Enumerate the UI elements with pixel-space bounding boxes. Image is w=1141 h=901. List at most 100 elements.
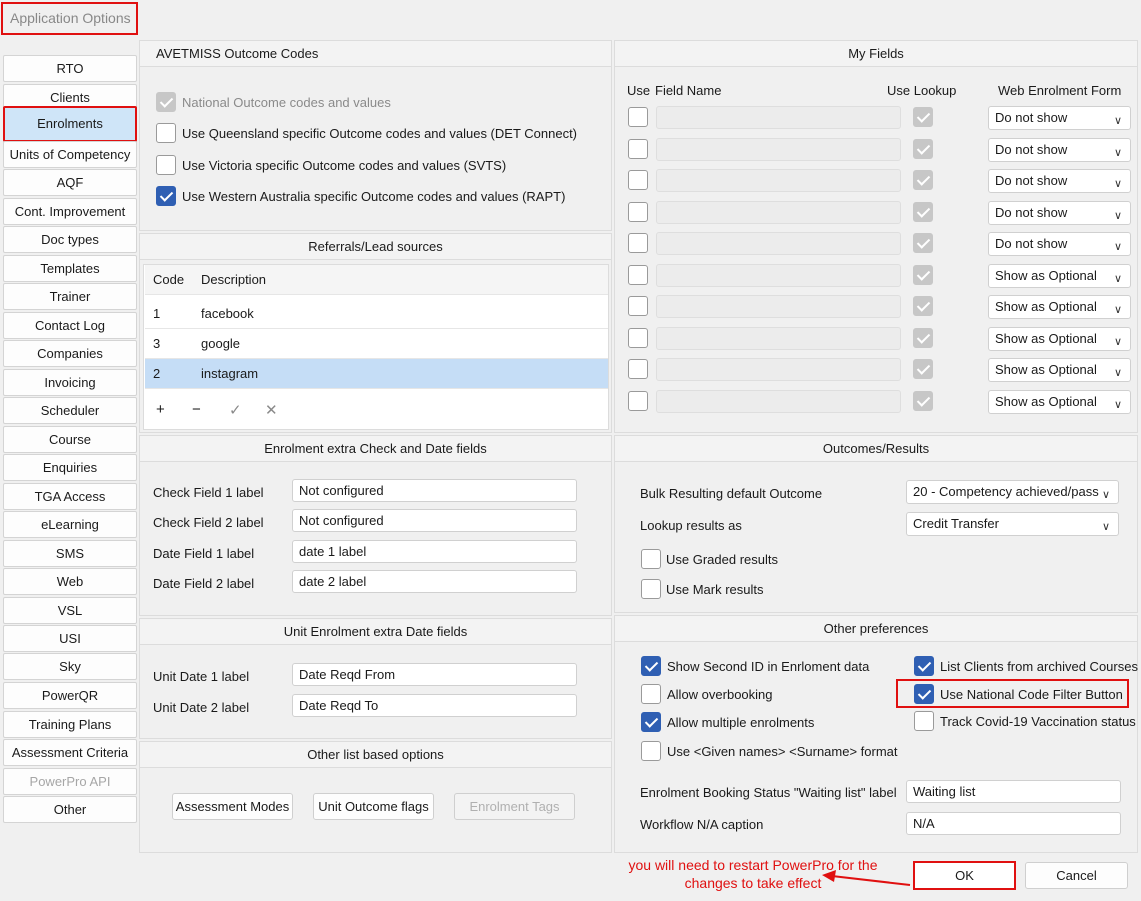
web-form-select[interactable]: Show as Optional ∨ <box>988 327 1131 351</box>
use-checkbox[interactable] <box>628 359 648 379</box>
sidebar-item-invoicing[interactable]: Invoicing <box>3 369 137 396</box>
use-checkbox[interactable] <box>628 107 648 127</box>
use-lookup-checkbox[interactable] <box>913 202 933 222</box>
use-checkbox[interactable] <box>628 265 648 285</box>
pref-checkbox[interactable] <box>641 712 661 732</box>
cancel-button[interactable]: Cancel <box>1025 862 1128 889</box>
sidebar-item-assessment-criteria[interactable]: Assessment Criteria <box>3 739 137 766</box>
use-lookup-checkbox[interactable] <box>913 391 933 411</box>
sidebar-item-powerpro-api[interactable]: PowerPro API <box>3 768 137 795</box>
sidebar-item-web[interactable]: Web <box>3 568 137 595</box>
web-form-select[interactable]: Do not show ∨ <box>988 138 1131 162</box>
sidebar-item-sky[interactable]: Sky <box>3 653 137 680</box>
extra-field-input[interactable]: date 2 label <box>292 570 577 593</box>
sidebar-item-trainer[interactable]: Trainer <box>3 283 137 310</box>
use-lookup-checkbox[interactable] <box>913 328 933 348</box>
avetmiss-option-checkbox[interactable] <box>156 92 176 112</box>
assessment-modes-button[interactable]: Assessment Modes <box>172 793 293 820</box>
sidebar-item-templates[interactable]: Templates <box>3 255 137 282</box>
unit-outcome-flags-button[interactable]: Unit Outcome flags <box>313 793 434 820</box>
sidebar-item-other[interactable]: Other <box>3 796 137 823</box>
pref-checkbox[interactable] <box>641 684 661 704</box>
field-name-input[interactable] <box>656 327 901 350</box>
sidebar-item-powerqr[interactable]: PowerQR <box>3 682 137 709</box>
unit-date-input[interactable]: Date Reqd From <box>292 663 577 686</box>
add-icon[interactable]: + <box>156 401 165 418</box>
mark-results-checkbox[interactable] <box>641 579 661 599</box>
sidebar-item-elearning[interactable]: eLearning <box>3 511 137 538</box>
confirm-icon[interactable]: ✓ <box>229 401 242 419</box>
field-name-input[interactable] <box>656 390 901 413</box>
avetmiss-option-checkbox[interactable] <box>156 155 176 175</box>
use-checkbox[interactable] <box>628 202 648 222</box>
bulk-outcome-select[interactable]: 20 - Competency achieved/pass ∨ <box>906 480 1119 504</box>
use-checkbox[interactable] <box>628 328 648 348</box>
field-name-input[interactable] <box>656 358 901 381</box>
web-form-select[interactable]: Do not show ∨ <box>988 201 1131 225</box>
pref-checkbox[interactable] <box>914 684 934 704</box>
sidebar-item-training-plans[interactable]: Training Plans <box>3 711 137 738</box>
use-checkbox[interactable] <box>628 233 648 253</box>
pref-checkbox[interactable] <box>641 741 661 761</box>
use-lookup-checkbox[interactable] <box>913 265 933 285</box>
use-lookup-checkbox[interactable] <box>913 170 933 190</box>
sidebar-item-scheduler[interactable]: Scheduler <box>3 397 137 424</box>
sidebar-item-enrolments[interactable]: Enrolments <box>3 106 137 142</box>
use-checkbox[interactable] <box>628 296 648 316</box>
field-name-input[interactable] <box>656 201 901 224</box>
avetmiss-option-checkbox[interactable] <box>156 186 176 206</box>
extra-field-input[interactable]: date 1 label <box>292 540 577 563</box>
field-name-input[interactable] <box>656 106 901 129</box>
use-lookup-checkbox[interactable] <box>913 233 933 253</box>
web-form-select[interactable]: Show as Optional ∨ <box>988 390 1131 414</box>
table-row[interactable]: 1 facebook <box>145 299 608 329</box>
sidebar-item-rto[interactable]: RTO <box>3 55 137 82</box>
use-checkbox[interactable] <box>628 391 648 411</box>
sidebar-item-enquiries[interactable]: Enquiries <box>3 454 137 481</box>
sidebar-item-usi[interactable]: USI <box>3 625 137 652</box>
web-form-select[interactable]: Do not show ∨ <box>988 169 1131 193</box>
web-form-select[interactable]: Do not show ∨ <box>988 232 1131 256</box>
ok-button[interactable]: OK <box>913 861 1016 890</box>
remove-icon[interactable]: − <box>192 401 201 418</box>
enrolment-tags-button[interactable]: Enrolment Tags <box>454 793 575 820</box>
lookup-results-select[interactable]: Credit Transfer ∨ <box>906 512 1119 536</box>
use-lookup-checkbox[interactable] <box>913 139 933 159</box>
web-form-select[interactable]: Show as Optional ∨ <box>988 264 1131 288</box>
web-form-select[interactable]: Do not show ∨ <box>988 106 1131 130</box>
field-name-input[interactable] <box>656 169 901 192</box>
use-lookup-checkbox[interactable] <box>913 296 933 316</box>
sidebar-item-doc-types[interactable]: Doc types <box>3 226 137 253</box>
pref-checkbox[interactable] <box>914 711 934 731</box>
avetmiss-option-checkbox[interactable] <box>156 123 176 143</box>
extra-field-input[interactable]: Not configured <box>292 479 577 502</box>
use-lookup-checkbox[interactable] <box>913 107 933 127</box>
sidebar-item-sms[interactable]: SMS <box>3 540 137 567</box>
field-name-input[interactable] <box>656 295 901 318</box>
use-checkbox[interactable] <box>628 139 648 159</box>
table-row[interactable]: 2 instagram <box>145 359 608 389</box>
sidebar-item-contact-log[interactable]: Contact Log <box>3 312 137 339</box>
web-form-select[interactable]: Show as Optional ∨ <box>988 358 1131 382</box>
sidebar-item-vsl[interactable]: VSL <box>3 597 137 624</box>
table-row[interactable]: 3 google <box>145 329 608 359</box>
sidebar-item-aqf[interactable]: AQF <box>3 169 137 196</box>
sidebar-item-units-of-competency[interactable]: Units of Competency <box>3 141 137 168</box>
waiting-list-field[interactable]: Waiting list <box>906 780 1121 803</box>
workflow-na-field[interactable]: N/A <box>906 812 1121 835</box>
sidebar-item-companies[interactable]: Companies <box>3 340 137 367</box>
use-checkbox[interactable] <box>628 170 648 190</box>
cancel-icon[interactable]: ✕ <box>265 401 278 419</box>
field-name-input[interactable] <box>656 138 901 161</box>
sidebar-item-course[interactable]: Course <box>3 426 137 453</box>
pref-checkbox[interactable] <box>641 656 661 676</box>
field-name-input[interactable] <box>656 232 901 255</box>
sidebar-item-cont-improvement[interactable]: Cont. Improvement <box>3 198 137 225</box>
field-name-input[interactable] <box>656 264 901 287</box>
sidebar-item-tga-access[interactable]: TGA Access <box>3 483 137 510</box>
graded-results-checkbox[interactable] <box>641 549 661 569</box>
use-lookup-checkbox[interactable] <box>913 359 933 379</box>
unit-date-input[interactable]: Date Reqd To <box>292 694 577 717</box>
web-form-select[interactable]: Show as Optional ∨ <box>988 295 1131 319</box>
pref-checkbox[interactable] <box>914 656 934 676</box>
